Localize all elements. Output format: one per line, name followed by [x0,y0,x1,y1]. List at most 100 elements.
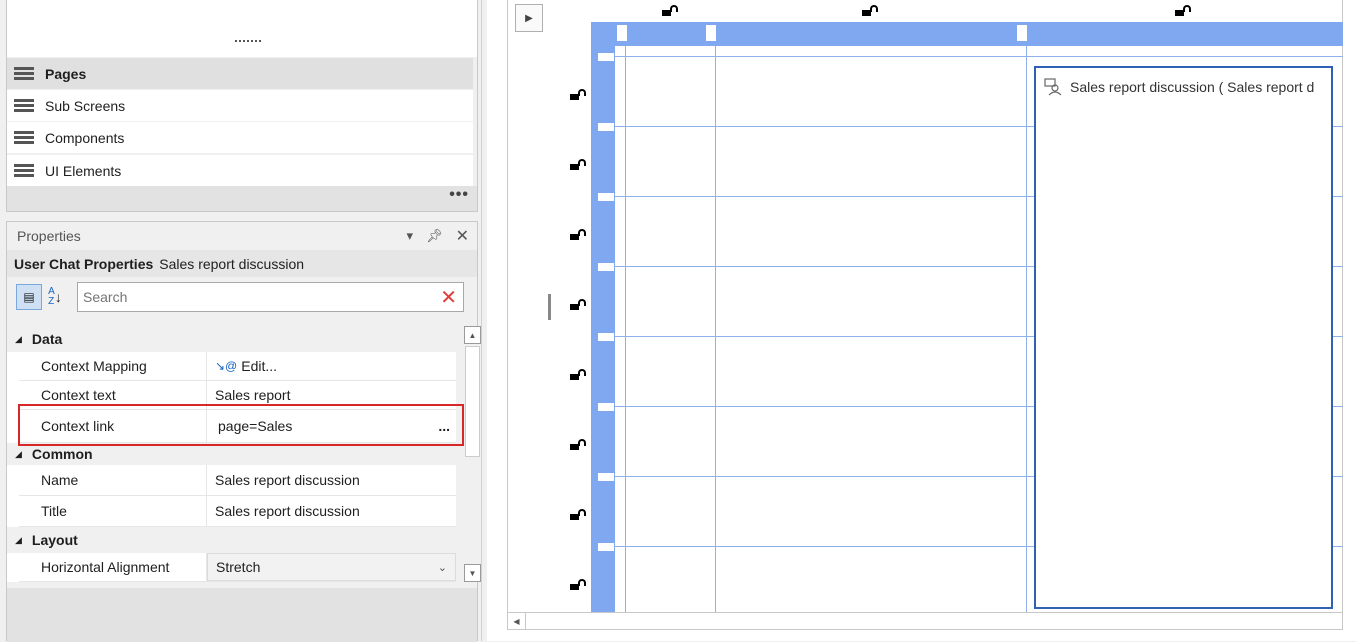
nav-item-sub-screens[interactable]: Sub Screens [7,90,473,121]
clear-search-icon[interactable]: ✕ [440,285,457,310]
row-handle[interactable] [598,333,614,341]
category-common[interactable]: ◢ Common [7,443,456,465]
chevron-down-icon: ⌄ [437,561,447,574]
row-lock-icon[interactable] [570,296,586,310]
nav-item-ui-elements[interactable]: UI Elements [7,155,473,186]
property-row-context-mapping[interactable]: Context Mapping ↘@ Edit... [19,352,456,381]
column-lock-icon[interactable] [862,2,878,16]
canvas-horizontal-scrollbar[interactable]: ◀ [507,612,1343,630]
property-row-title[interactable]: Title Sales report discussion [19,496,456,527]
dropdown-icon[interactable]: ▾ [407,228,414,244]
property-value[interactable]: Sales report [207,381,456,409]
designer-canvas: ▶ Sales report discussion (Sales report… [487,0,1356,641]
chat-control-label: Sales report discussion ( Sales report d [1070,79,1315,95]
drag-grip[interactable] [548,294,551,320]
grid-column-line [715,46,716,612]
alignment-select[interactable]: Stretch ⌄ [207,553,456,581]
row-lock-icon[interactable] [570,436,586,450]
property-value[interactable]: Sales report discussion [207,496,456,526]
close-icon[interactable]: ✕ [456,226,469,246]
nav-item-components[interactable]: Components [7,122,473,153]
property-row-context-link[interactable]: Context link page=Sales ... [19,410,456,443]
alphabetical-sort-button[interactable]: A Z ↓ [42,284,68,310]
nav-item-label: Sub Screens [45,97,126,114]
category-layout[interactable]: ◢ Layout [7,527,456,553]
row-handle[interactable] [598,473,614,481]
row-handle[interactable] [598,123,614,131]
nav-item-label: Pages [45,65,87,82]
property-value[interactable]: page=Sales ... [207,410,456,442]
left-pane: Pages Sub Screens Components UI Elements… [0,0,481,642]
explorer-panel: Pages Sub Screens Components UI Elements… [6,0,478,212]
property-name: Context Mapping [19,352,207,380]
nav-item-label: UI Elements [45,162,122,179]
property-value[interactable]: Sales report discussion [207,465,456,495]
property-name: Horizontal Alignment [19,553,207,581]
row-lock-icon[interactable] [570,226,586,240]
nav-item-label: Components [45,129,125,146]
grid-column-line [1026,46,1027,612]
row-ruler[interactable] [591,22,615,612]
scroll-thumb[interactable] [465,346,480,457]
property-row-name[interactable]: Name Sales report discussion [19,465,456,496]
row-lock-icon[interactable] [570,156,586,170]
row-handle[interactable] [598,263,614,271]
list-icon [14,163,34,178]
user-chat-icon [1044,78,1062,96]
list-icon [14,66,34,81]
scroll-left-arrow-icon[interactable]: ◀ [508,613,526,629]
nav-item-pages[interactable]: Pages [7,58,473,89]
column-lock-icon[interactable] [1175,2,1191,16]
column-handle[interactable] [617,25,627,41]
categorized-view-button[interactable]: ▤ [16,284,42,310]
column-handle[interactable] [1017,25,1027,41]
list-icon [14,130,34,145]
scroll-down-arrow-icon[interactable]: ▼ [464,564,481,582]
column-lock-icon[interactable] [662,2,678,16]
property-grid-scrollbar[interactable]: ▲ ▼ [464,326,481,582]
property-value[interactable]: ↘@ Edit... [207,352,456,380]
properties-titlebar: Properties ▾ 📌︎ ✕ [7,222,477,250]
scroll-up-arrow-icon[interactable]: ▲ [464,326,481,344]
object-type-label: User Chat Properties [14,255,154,272]
properties-description-area [7,588,477,642]
row-lock-icon[interactable] [570,86,586,100]
properties-toolbar: ▤ AZ↓ ✕ [7,277,477,317]
column-ruler[interactable] [591,22,1343,46]
chat-control-header: Sales report discussion ( Sales report d [1044,78,1329,96]
row-lock-icon[interactable] [570,366,586,380]
collapse-triangle-icon: ◢ [15,333,22,344]
property-name: Context text [19,381,207,409]
category-data[interactable]: ◢ Data [7,326,456,352]
categorized-icon: ▤ [23,290,35,304]
grid-column-line [625,46,626,612]
row-handle[interactable] [598,403,614,411]
browse-button[interactable]: ... [438,418,450,434]
property-row-context-text[interactable]: Context text Sales report [19,381,456,410]
properties-panel: Properties ▾ 📌︎ ✕ User Chat Properties S… [6,221,481,642]
row-handle[interactable] [598,193,614,201]
explorer-footer: ••• [7,186,477,211]
collapse-triangle-icon: ◢ [15,448,22,459]
row-lock-icon[interactable] [570,506,586,520]
property-row-horizontal-alignment[interactable]: Horizontal Alignment Stretch ⌄ [19,553,456,582]
search-box: ✕ [77,282,464,312]
grid-row-line [615,56,1343,57]
row-handle[interactable] [598,543,614,551]
context-mapping-icon: ↘@ [215,359,238,373]
properties-header: User Chat Properties Sales report discus… [7,250,477,277]
collapse-triangle-icon: ◢ [15,534,22,545]
pin-icon[interactable]: 📌︎ [426,228,443,244]
object-name-label: Sales report discussion [159,255,305,272]
property-grid: ◢ Data Context Mapping ↘@ Edit... Contex… [7,326,456,582]
search-input[interactable] [78,284,441,310]
list-icon [14,98,34,113]
sort-az-icon: AZ [48,286,55,307]
row-handle[interactable] [598,53,614,61]
more-options-button[interactable]: ••• [449,186,469,204]
property-name: Title [19,496,207,526]
user-chat-control[interactable]: Sales report discussion ( Sales report d [1034,66,1333,609]
column-handle[interactable] [706,25,716,41]
row-lock-icon[interactable] [570,576,586,590]
panel-resize-grip[interactable] [235,40,261,44]
